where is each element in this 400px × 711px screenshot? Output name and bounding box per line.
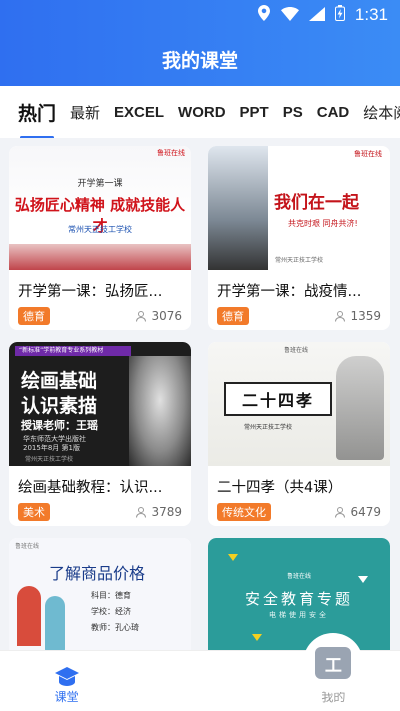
thumb-press: 华东师范大学出版社 2015年8月 第1版 bbox=[23, 435, 86, 453]
thumb-title: 安全教育专题 bbox=[244, 590, 353, 608]
course-thumbnail[interactable]: 鲁班在线 开学第一课 弘扬匠心精神 成就技能人才 常州天正技工学校 bbox=[9, 146, 191, 270]
page-title: 我的课堂 bbox=[161, 50, 238, 72]
thumb-subtitle: 开学第一课 bbox=[77, 179, 123, 189]
view-count: 6479 bbox=[334, 505, 381, 519]
tab-ps[interactable]: PS bbox=[283, 104, 303, 121]
view-count: 1359 bbox=[334, 309, 381, 323]
thumb-school: 常州天正技工学校 bbox=[68, 225, 132, 234]
category-tag: 德育 bbox=[18, 307, 50, 325]
course-thumbnail[interactable]: 鲁班在线 安全教育专题 电梯使用安全 bbox=[208, 538, 390, 650]
ink-figure-image bbox=[336, 356, 384, 460]
decor-triangle bbox=[228, 554, 238, 561]
category-tag: 美术 bbox=[18, 503, 50, 521]
thumb-teacher: 教师：孔心琦 bbox=[91, 623, 139, 632]
thumb-press-name: 华东师范大学出版社 bbox=[23, 435, 86, 443]
thumb-logo: 鲁班在线 bbox=[354, 150, 382, 158]
thumb-title-line1: 绘画基础 bbox=[21, 370, 98, 392]
decor-triangle bbox=[252, 634, 262, 641]
course-thumbnail[interactable]: 鲁班在线 了解商品价格 科目：德育 学校：经济 教师：孔心琦 bbox=[9, 538, 191, 650]
graduation-cap-icon bbox=[54, 667, 79, 686]
app-header: 1:31 我的课堂 bbox=[0, 0, 400, 86]
course-card[interactable]: 鲁班在线 二十四孝 常州天正技工学校 二十四孝（共4课） 传统文化 6479 bbox=[208, 342, 390, 526]
category-tag: 德育 bbox=[217, 307, 249, 325]
thumb-subtitle: 电梯使用安全 bbox=[269, 611, 329, 619]
tab-word[interactable]: WORD bbox=[178, 104, 226, 121]
person-icon bbox=[136, 507, 147, 518]
course-title[interactable]: 二十四孝（共4课） bbox=[208, 466, 390, 499]
thumb-subject: 科目：德育 bbox=[91, 591, 131, 600]
thumb-title: 我们在一起 bbox=[274, 193, 359, 213]
person-icon bbox=[136, 311, 147, 322]
category-tabs: 热门 最新 EXCEL WORD PPT PS CAD 绘本阅读 bbox=[0, 86, 400, 138]
person-illustration bbox=[45, 596, 65, 650]
thumb-school: 学校：经济 bbox=[91, 607, 131, 616]
course-card[interactable]: 鲁班在线 开学第一课 弘扬匠心精神 成就技能人才 常州天正技工学校 开学第一课：… bbox=[9, 146, 191, 330]
course-card[interactable]: 鲁班在线 了解商品价格 科目：德育 学校：经济 教师：孔心琦 bbox=[9, 538, 191, 650]
thumb-school: 常州天正技工学校 bbox=[244, 424, 293, 431]
course-title[interactable]: 开学第一课：弘扬匠... bbox=[9, 270, 191, 303]
thumb-title-line2: 认识素描 bbox=[21, 395, 98, 417]
battery-icon bbox=[334, 5, 345, 25]
city-skyline-image bbox=[9, 244, 191, 270]
thumb-school: 常州天正技工学校 bbox=[274, 257, 323, 264]
thumb-teacher: 授课老师：王瑶 bbox=[21, 419, 98, 432]
location-icon bbox=[257, 5, 271, 25]
thumb-logo: 鲁班在线 bbox=[286, 573, 311, 580]
thumb-subtitle: 共克时艰 同舟共济! bbox=[288, 219, 358, 228]
statue-image bbox=[129, 356, 191, 466]
course-thumbnail[interactable]: 鲁班在线 我们在一起 共克时艰 同舟共济! 常州天正技工学校 bbox=[208, 146, 390, 270]
status-bar: 1:31 bbox=[0, 0, 400, 30]
nav-center-button[interactable]: 工 bbox=[303, 633, 364, 693]
thumb-logo: 鲁班在线 bbox=[15, 543, 40, 550]
wifi-icon bbox=[280, 6, 299, 25]
tab-excel[interactable]: EXCEL bbox=[114, 104, 164, 121]
person-icon bbox=[335, 507, 346, 518]
view-count: 3076 bbox=[135, 309, 182, 323]
thumb-logo: 鲁班在线 bbox=[157, 149, 185, 157]
view-count-value: 3076 bbox=[151, 309, 182, 323]
course-card[interactable]: “新标准”学前教育专业系列教材 绘画基础 认识素描 授课老师：王瑶 华东师范大学… bbox=[9, 342, 191, 526]
view-count-value: 3789 bbox=[151, 505, 182, 519]
thumb-series: “新标准”学前教育专业系列教材 bbox=[15, 346, 131, 356]
thumb-title: 了解商品价格 bbox=[49, 564, 146, 583]
course-thumbnail[interactable]: “新标准”学前教育专业系列教材 绘画基础 认识素描 授课老师：王瑶 华东师范大学… bbox=[9, 342, 191, 466]
tools-icon: 工 bbox=[315, 647, 352, 679]
tab-ppt[interactable]: PPT bbox=[240, 104, 269, 121]
tab-hot[interactable]: 热门 bbox=[18, 99, 56, 138]
thumb-press-edition: 2015年8月 第1版 bbox=[23, 444, 80, 452]
status-time: 1:31 bbox=[354, 5, 388, 24]
course-thumbnail[interactable]: 鲁班在线 二十四孝 常州天正技工学校 bbox=[208, 342, 390, 466]
course-card[interactable]: 鲁班在线 安全教育专题 电梯使用安全 bbox=[208, 538, 390, 650]
person-icon bbox=[335, 311, 346, 322]
tab-latest[interactable]: 最新 bbox=[70, 102, 100, 123]
signal-icon bbox=[308, 6, 325, 25]
thumb-title: 二十四孝 bbox=[224, 382, 332, 416]
bottom-nav: 课堂 工 我的 bbox=[0, 633, 400, 711]
nav-label: 课堂 bbox=[54, 690, 79, 704]
mailbox-illustration bbox=[17, 586, 41, 646]
course-title[interactable]: 开学第一课：战疫情... bbox=[208, 270, 390, 303]
course-title[interactable]: 绘画基础教程：认识... bbox=[9, 466, 191, 499]
view-count: 3789 bbox=[135, 505, 182, 519]
thumb-logo: 鲁班在线 bbox=[284, 347, 309, 354]
nav-classroom[interactable]: 课堂 bbox=[0, 651, 133, 711]
course-card[interactable]: 鲁班在线 我们在一起 共克时艰 同舟共济! 常州天正技工学校 开学第一课：战疫情… bbox=[208, 146, 390, 330]
thumb-school: 常州天正技工学校 bbox=[25, 456, 74, 463]
tab-cad[interactable]: CAD bbox=[317, 104, 350, 121]
tab-picture-book[interactable]: 绘本阅读 bbox=[363, 102, 400, 123]
nav-tools[interactable]: 工 bbox=[133, 633, 364, 711]
medical-worker-photo bbox=[208, 146, 268, 270]
view-count-value: 1359 bbox=[350, 309, 381, 323]
view-count-value: 6479 bbox=[350, 505, 381, 519]
category-tag: 传统文化 bbox=[217, 503, 271, 521]
course-grid: 鲁班在线 开学第一课 弘扬匠心精神 成就技能人才 常州天正技工学校 开学第一课：… bbox=[0, 138, 400, 650]
